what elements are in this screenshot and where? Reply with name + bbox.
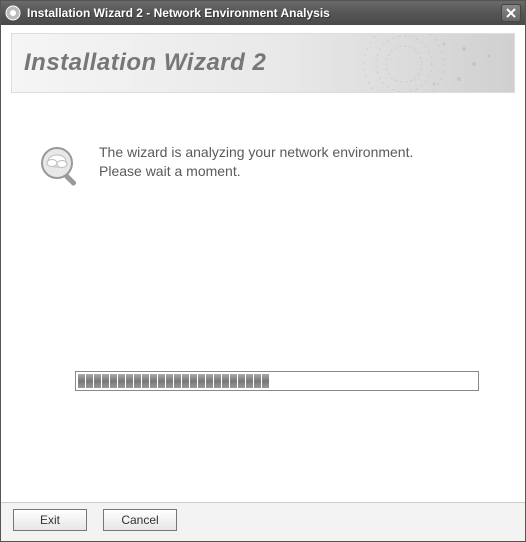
window-title: Installation Wizard 2 - Network Environm… bbox=[27, 6, 501, 20]
decorative-dots bbox=[304, 34, 504, 93]
close-icon bbox=[506, 8, 516, 18]
status-message: The wizard is analyzing your network env… bbox=[99, 143, 413, 181]
progress-segment bbox=[262, 374, 269, 388]
progress-segment bbox=[150, 374, 157, 388]
close-button[interactable] bbox=[501, 4, 521, 22]
progress-segment bbox=[206, 374, 213, 388]
progress-segment bbox=[222, 374, 229, 388]
progress-segment bbox=[238, 374, 245, 388]
progress-segment bbox=[246, 374, 253, 388]
header-banner: Installation Wizard 2 bbox=[11, 33, 515, 93]
progress-segment bbox=[118, 374, 125, 388]
progress-segment bbox=[174, 374, 181, 388]
progress-segment bbox=[94, 374, 101, 388]
progress-segment bbox=[190, 374, 197, 388]
message-row: The wizard is analyzing your network env… bbox=[37, 143, 489, 191]
progress-segment bbox=[230, 374, 237, 388]
progress-bar bbox=[75, 371, 479, 391]
progress-segment bbox=[86, 374, 93, 388]
page-title: Installation Wizard 2 bbox=[24, 49, 266, 77]
progress-segment bbox=[198, 374, 205, 388]
progress-segment bbox=[214, 374, 221, 388]
progress-container bbox=[75, 371, 479, 391]
progress-segment bbox=[102, 374, 109, 388]
cancel-button[interactable]: Cancel bbox=[103, 509, 177, 531]
progress-segment bbox=[126, 374, 133, 388]
footer: Exit Cancel bbox=[1, 502, 525, 541]
analyze-icon bbox=[37, 143, 85, 191]
titlebar: Installation Wizard 2 - Network Environm… bbox=[1, 1, 525, 25]
status-line-2: Please wait a moment. bbox=[99, 162, 413, 181]
status-line-1: The wizard is analyzing your network env… bbox=[99, 143, 413, 162]
progress-segment bbox=[142, 374, 149, 388]
progress-segment bbox=[158, 374, 165, 388]
app-icon bbox=[5, 5, 21, 21]
progress-segment bbox=[134, 374, 141, 388]
progress-segment bbox=[254, 374, 261, 388]
exit-button[interactable]: Exit bbox=[13, 509, 87, 531]
progress-segment bbox=[78, 374, 85, 388]
progress-segment bbox=[110, 374, 117, 388]
content-area: The wizard is analyzing your network env… bbox=[1, 93, 525, 502]
installer-window: Installation Wizard 2 - Network Environm… bbox=[0, 0, 526, 542]
progress-segment bbox=[182, 374, 189, 388]
progress-segment bbox=[166, 374, 173, 388]
